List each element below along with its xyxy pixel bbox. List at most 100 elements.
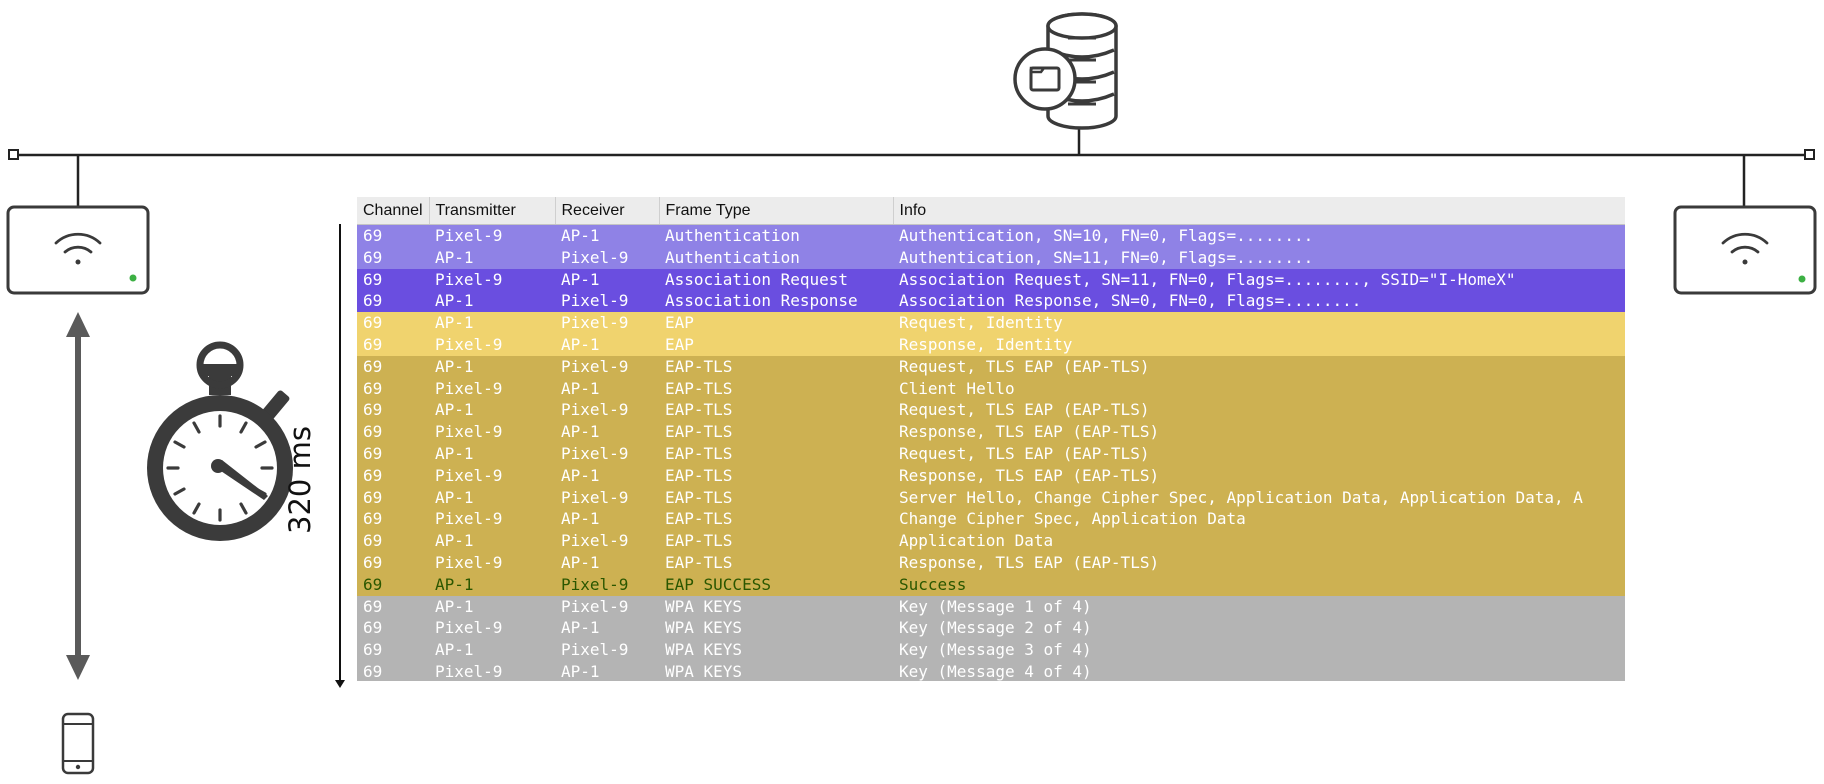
- duration-label: 320 ms: [283, 426, 317, 534]
- cell-frame-type: EAP-TLS: [659, 530, 893, 552]
- cell-channel: 69: [357, 551, 429, 574]
- cell-info: Client Hello: [893, 377, 1625, 400]
- table-row[interactable]: 69 AP-1 Pixel-9 EAP-TLS Application Data: [357, 530, 1625, 552]
- cell-receiver: Pixel-9: [555, 530, 659, 552]
- cell-transmitter: Pixel-9: [429, 268, 555, 291]
- cell-receiver: Pixel-9: [555, 639, 659, 661]
- cell-transmitter: Pixel-9: [429, 617, 555, 640]
- table-row[interactable]: 69 Pixel-9 AP-1 EAP-TLS Response, TLS EAP (E…: [357, 421, 1625, 443]
- cell-info: Association Response, SN=0, FN=0, Flags=…: [893, 290, 1625, 313]
- column-header-frame-type[interactable]: Frame Type: [659, 197, 894, 225]
- cell-transmitter: Pixel-9: [429, 508, 555, 531]
- cell-channel: 69: [357, 224, 429, 247]
- table-row[interactable]: 69 AP-1 Pixel-9 EAP Request, Identity: [357, 312, 1625, 334]
- ap-status-led: [129, 274, 137, 282]
- column-header-channel[interactable]: Channel: [357, 197, 430, 225]
- cell-frame-type: EAP-TLS: [659, 551, 893, 574]
- table-row[interactable]: 69 AP-1 Pixel-9 Authentication Authenticatio…: [357, 246, 1625, 269]
- column-header-transmitter[interactable]: Transmitter: [429, 197, 556, 225]
- cell-info: Authentication, SN=11, FN=0, Flags=.....…: [893, 246, 1625, 269]
- cell-info: Change Cipher Spec, Application Data: [893, 508, 1625, 531]
- cell-transmitter: AP-1: [429, 639, 555, 661]
- table-row[interactable]: 69 Pixel-9 AP-1 EAP-TLS Change Cipher Spec, …: [357, 508, 1625, 531]
- cell-info: Response, TLS EAP (EAP-TLS): [893, 464, 1625, 487]
- table-row[interactable]: 69 AP-1 Pixel-9 WPA KEYS Key (Message 1 of 4…: [357, 595, 1625, 618]
- table-row[interactable]: 69 AP-1 Pixel-9 EAP-TLS Request, TLS EAP (EA…: [357, 399, 1625, 422]
- cell-receiver: AP-1: [555, 660, 659, 681]
- cell-channel: 69: [357, 312, 429, 334]
- cell-channel: 69: [357, 377, 429, 400]
- cell-frame-type: EAP-TLS: [659, 442, 893, 465]
- cell-receiver: Pixel-9: [555, 486, 659, 509]
- cell-channel: 69: [357, 595, 429, 618]
- cell-info: Application Data: [893, 530, 1625, 552]
- cell-receiver: AP-1: [555, 464, 659, 487]
- table-row[interactable]: 69 Pixel-9 AP-1 WPA KEYS Key (Message 2 of 4…: [357, 617, 1625, 640]
- cell-info: Association Request, SN=11, FN=0, Flags=…: [893, 268, 1625, 291]
- packet-list: 69 Pixel-9 AP-1 Authentication Authenticatio…: [357, 224, 1625, 681]
- duration-arrow: [335, 224, 345, 688]
- cell-receiver: Pixel-9: [555, 312, 659, 334]
- cell-channel: 69: [357, 486, 429, 509]
- cell-receiver: AP-1: [555, 551, 659, 574]
- cell-transmitter: Pixel-9: [429, 377, 555, 400]
- cell-receiver: Pixel-9: [555, 573, 659, 596]
- cell-channel: 69: [357, 421, 429, 443]
- table-row[interactable]: 69 AP-1 Pixel-9 EAP SUCCESS Success: [357, 573, 1625, 596]
- table-row[interactable]: 69 Pixel-9 AP-1 EAP-TLS Response, TLS EAP (E…: [357, 551, 1625, 574]
- table-row[interactable]: 69 Pixel-9 AP-1 Authentication Authenticatio…: [357, 224, 1625, 247]
- cell-transmitter: AP-1: [429, 530, 555, 552]
- cell-frame-type: EAP-TLS: [659, 399, 893, 422]
- cell-info: Request, TLS EAP (EAP-TLS): [893, 442, 1625, 465]
- cell-info: Request, Identity: [893, 312, 1625, 334]
- cell-frame-type: EAP-TLS: [659, 508, 893, 531]
- table-row[interactable]: 69 Pixel-9 AP-1 EAP Response, Identity: [357, 333, 1625, 356]
- cell-frame-type: Association Request: [659, 268, 893, 291]
- cell-frame-type: Authentication: [659, 246, 893, 269]
- cell-frame-type: WPA KEYS: [659, 595, 893, 618]
- table-row[interactable]: 69 AP-1 Pixel-9 WPA KEYS Key (Message 3 of 4…: [357, 639, 1625, 661]
- cell-channel: 69: [357, 399, 429, 422]
- cell-transmitter: AP-1: [429, 290, 555, 313]
- cell-transmitter: AP-1: [429, 442, 555, 465]
- cell-receiver: Pixel-9: [555, 595, 659, 618]
- table-row[interactable]: 69 Pixel-9 AP-1 Association Request Associat…: [357, 268, 1625, 291]
- cell-transmitter: AP-1: [429, 595, 555, 618]
- cell-transmitter: Pixel-9: [429, 224, 555, 247]
- column-header-info[interactable]: Info: [893, 197, 1625, 225]
- backbone-left-terminator: [8, 149, 19, 160]
- cell-info: Response, TLS EAP (EAP-TLS): [893, 421, 1625, 443]
- cell-channel: 69: [357, 573, 429, 596]
- cell-info: Response, Identity: [893, 333, 1625, 356]
- cell-info: Authentication, SN=10, FN=0, Flags=.....…: [893, 224, 1625, 247]
- cell-channel: 69: [357, 660, 429, 681]
- table-row[interactable]: 69 AP-1 Pixel-9 EAP-TLS Request, TLS EAP (EA…: [357, 442, 1625, 465]
- cell-frame-type: EAP-TLS: [659, 464, 893, 487]
- column-header-receiver[interactable]: Receiver: [555, 197, 660, 225]
- cell-transmitter: AP-1: [429, 246, 555, 269]
- table-row[interactable]: 69 AP-1 Pixel-9 EAP-TLS Request, TLS EAP (EA…: [357, 355, 1625, 378]
- cell-transmitter: AP-1: [429, 399, 555, 422]
- cell-info: Key (Message 3 of 4): [893, 639, 1625, 661]
- cell-info: Request, TLS EAP (EAP-TLS): [893, 355, 1625, 378]
- table-row[interactable]: 69 AP-1 Pixel-9 Association Response Associa…: [357, 290, 1625, 313]
- packet-table: Channel Transmitter Receiver Frame Type …: [357, 197, 1625, 681]
- cell-channel: 69: [357, 508, 429, 531]
- cell-transmitter: Pixel-9: [429, 421, 555, 443]
- cell-receiver: Pixel-9: [555, 355, 659, 378]
- cell-frame-type: EAP-TLS: [659, 486, 893, 509]
- cell-transmitter: AP-1: [429, 312, 555, 334]
- cell-channel: 69: [357, 268, 429, 291]
- cell-receiver: AP-1: [555, 508, 659, 531]
- cell-transmitter: Pixel-9: [429, 333, 555, 356]
- cell-channel: 69: [357, 355, 429, 378]
- cell-channel: 69: [357, 617, 429, 640]
- cell-transmitter: AP-1: [429, 486, 555, 509]
- cell-info: Success: [893, 573, 1625, 596]
- table-row[interactable]: 69 Pixel-9 AP-1 WPA KEYS Key (Message 4 of 4…: [357, 660, 1625, 681]
- cell-receiver: AP-1: [555, 377, 659, 400]
- table-row[interactable]: 69 Pixel-9 AP-1 EAP-TLS Response, TLS EAP (E…: [357, 464, 1625, 487]
- cell-frame-type: WPA KEYS: [659, 639, 893, 661]
- table-row[interactable]: 69 Pixel-9 AP-1 EAP-TLS Client Hello: [357, 377, 1625, 400]
- table-row[interactable]: 69 AP-1 Pixel-9 EAP-TLS Server Hello, Change…: [357, 486, 1625, 509]
